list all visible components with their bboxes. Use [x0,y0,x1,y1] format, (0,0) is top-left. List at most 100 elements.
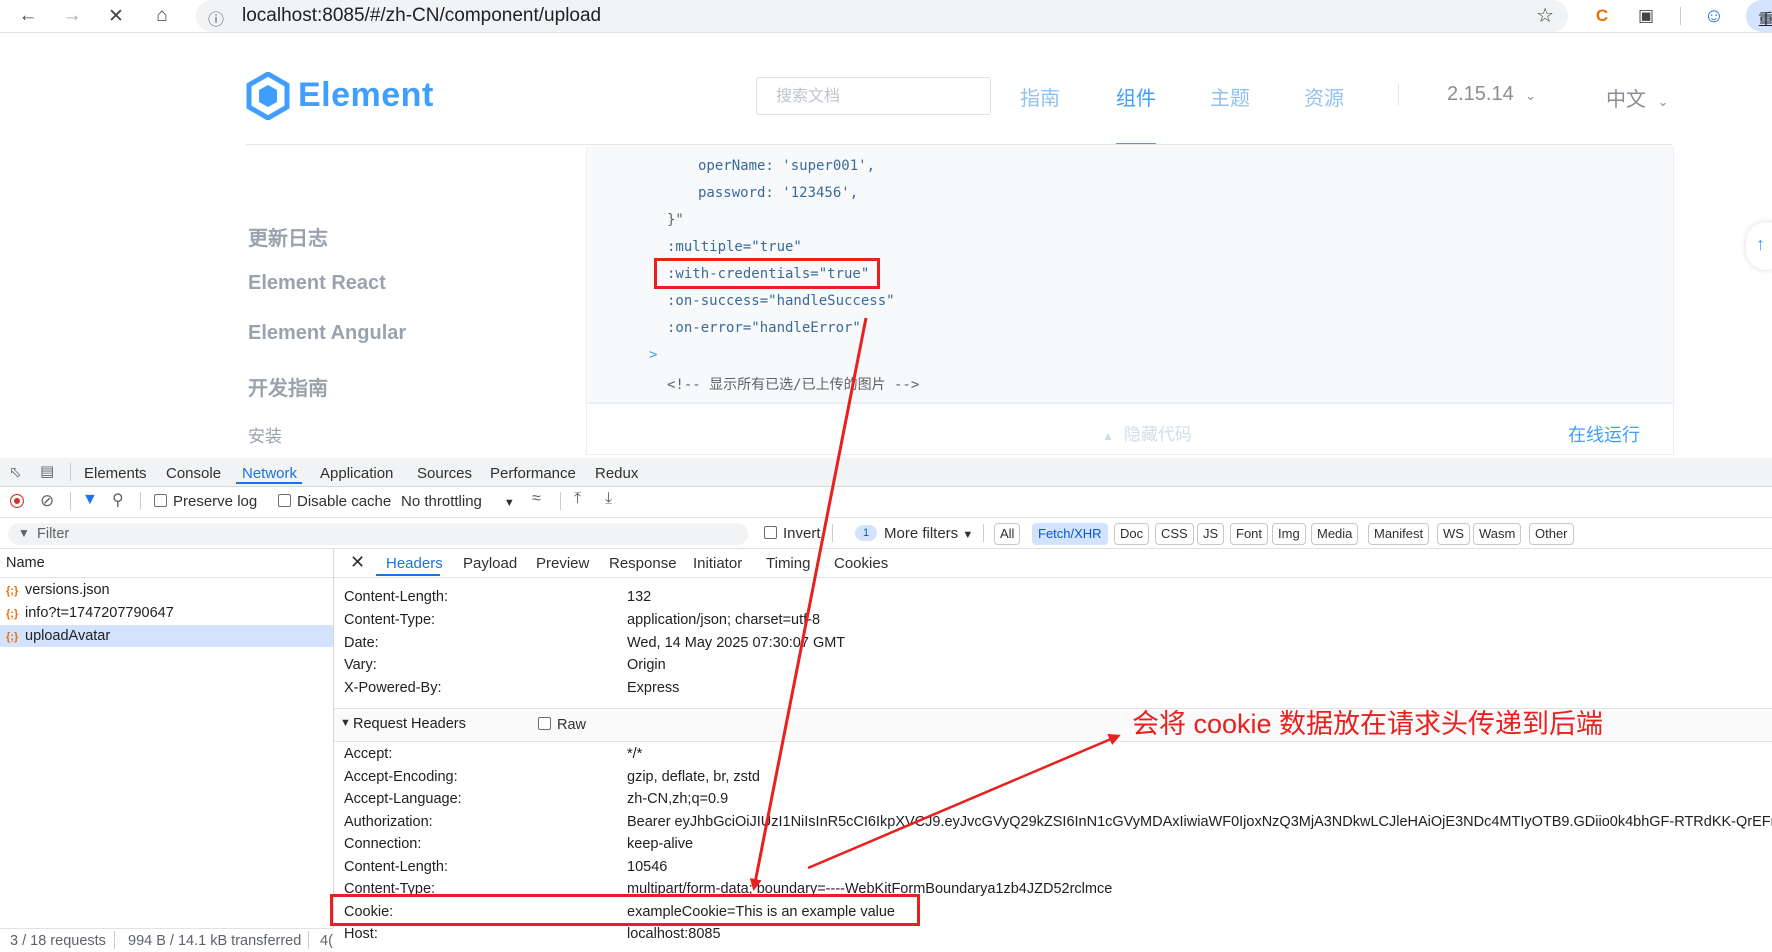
version-select[interactable]: 2.15.14 ⌄ [1447,83,1536,106]
disable-cache-checkbox[interactable]: Disable cache [278,493,391,510]
filter-type-font[interactable]: Font [1230,523,1269,545]
forward-icon[interactable]: → [58,2,86,30]
tab-response[interactable]: Response [609,555,677,572]
filter-type-fetch-xhr[interactable]: Fetch/XHR [1032,523,1108,545]
tab-cookies[interactable]: Cookies [834,555,888,572]
more-filters-button[interactable]: More filters ▼ [884,525,973,542]
close-icon[interactable]: ✕ [350,552,365,573]
name-column-label: Name [6,555,45,571]
filter-type-other[interactable]: Other [1529,523,1574,545]
tab-headers[interactable]: Headers [386,555,443,572]
nav-component[interactable]: 组件 [1116,82,1156,111]
bookmark-star-icon[interactable]: ☆ [1536,3,1554,28]
filter-type-img[interactable]: Img [1272,523,1306,545]
raw-label: Raw [557,717,587,733]
filter-icon: ▼ [18,526,30,540]
tab-sources[interactable]: Sources [417,465,472,482]
header-divider [246,144,1672,145]
record-icon[interactable] [10,494,24,508]
header-value: */* [627,746,643,762]
sidebar-item-changelog[interactable]: 更新日志 [248,222,328,251]
nav-theme[interactable]: 主题 [1210,82,1250,111]
header-value: localhost:8085 [627,926,721,942]
page-side-button[interactable]: ↑ [1746,222,1772,270]
address-bar[interactable]: ⓘ localhost:8085/#/zh-CN/component/uploa… [196,0,1568,32]
request-row[interactable]: {;} versions.json [0,579,333,601]
device-toolbar-icon[interactable]: ▤ [40,462,54,480]
run-online-button[interactable]: 在线运行 [1568,421,1640,447]
status-extra: 4( [320,933,333,949]
filter-type-wasm[interactable]: Wasm [1473,523,1522,545]
nav-guide[interactable]: 指南 [1020,82,1060,111]
sidebar-item-element-angular[interactable]: Element Angular [248,322,406,345]
tab-performance[interactable]: Performance [490,465,576,482]
more-filters-count: 1 [855,525,877,541]
more-filters-label: More filters [884,525,959,542]
toolbar-divider [70,463,71,481]
home-icon[interactable]: ⌂ [148,2,176,30]
header-value: Origin [627,657,666,673]
import-har-icon[interactable]: ⤒ [574,490,581,508]
request-name: info?t=1747207790647 [25,605,174,621]
tab-elements[interactable]: Elements [84,465,147,482]
throttling-select[interactable]: No throttling ▼ [401,493,515,510]
clear-icon[interactable]: ⊘ [40,491,54,511]
extensions-puzzle-icon[interactable]: ▣ [1632,2,1660,30]
raw-checkbox[interactable]: Raw [538,717,586,733]
tab-application[interactable]: Application [320,465,393,482]
tab-network[interactable]: Network [242,465,297,482]
network-toolbar: ⊘ ▼ ⚲ Preserve log Disable cache No thro… [0,487,1772,518]
filter-type-media[interactable]: Media [1311,523,1359,545]
filter-type-js[interactable]: JS [1197,523,1225,545]
name-column-header[interactable]: Name [0,549,334,578]
invert-checkbox[interactable]: Invert [764,525,821,542]
toolbar-divider [1680,7,1681,25]
search-icon[interactable]: ⚲ [112,490,124,510]
export-har-icon[interactable]: ⤓ [605,490,612,508]
filter-type-doc[interactable]: Doc [1114,523,1150,545]
filter-input-box[interactable]: ▼ Filter [8,523,748,545]
side-button[interactable]: 重 [1746,0,1772,32]
tab-payload[interactable]: Payload [463,555,517,572]
logo-text[interactable]: Element [298,76,434,115]
filter-funnel-icon[interactable]: ▼ [82,491,98,509]
extension-icon[interactable]: C [1588,2,1616,30]
stop-loading-icon[interactable]: ✕ [102,2,130,30]
caret-down-icon: ▼ [962,529,974,541]
language-select[interactable]: 中文 ⌄ [1606,83,1668,112]
network-conditions-icon[interactable]: ≈ [532,490,541,508]
tab-initiator[interactable]: Initiator [693,555,742,572]
caret-up-icon: ▲ [1102,429,1114,443]
tab-redux[interactable]: Redux [595,465,638,482]
checkbox-box [764,526,777,539]
search-input[interactable] [774,87,978,107]
hide-code-button[interactable]: ▲ 隐藏代码 [1102,420,1192,445]
header-name: Content-Length: [344,859,448,875]
code-line: :on-success="handleSuccess" [667,293,895,309]
header-value: keep-alive [627,836,694,852]
search-box[interactable] [756,77,991,115]
sidebar-item-install[interactable]: 安装 [248,422,282,447]
tab-console[interactable]: Console [166,465,221,482]
filter-type-css[interactable]: CSS [1155,523,1194,545]
sidebar-item-element-react[interactable]: Element React [248,272,386,295]
filter-type-all[interactable]: All [994,523,1021,545]
nav-resource[interactable]: 资源 [1304,82,1344,111]
profile-icon[interactable]: ☺ [1700,2,1728,30]
preserve-log-checkbox[interactable]: Preserve log [154,493,257,510]
header-name: Accept-Encoding: [344,769,458,785]
filter-type-manifest[interactable]: Manifest [1368,523,1430,545]
request-row-selected[interactable]: {;} uploadAvatar [0,625,333,647]
side-button-label: 重 [1758,12,1772,29]
inspect-element-icon[interactable]: ⬁ [9,463,22,481]
header-value: Wed, 14 May 2025 07:30:07 GMT [627,635,846,651]
tab-timing[interactable]: Timing [766,555,810,572]
site-info-icon[interactable]: ⓘ [208,6,224,30]
back-icon[interactable]: ← [14,2,42,30]
checkbox-box [278,494,291,507]
filter-type-ws[interactable]: WS [1437,523,1470,545]
request-row[interactable]: {;} info?t=1747207790647 [0,602,333,624]
tab-preview[interactable]: Preview [536,555,589,572]
sidebar-item-dev-guide[interactable]: 开发指南 [248,372,328,401]
network-status-bar: 3 / 18 requests 994 B / 14.1 kB transfer… [0,928,333,952]
